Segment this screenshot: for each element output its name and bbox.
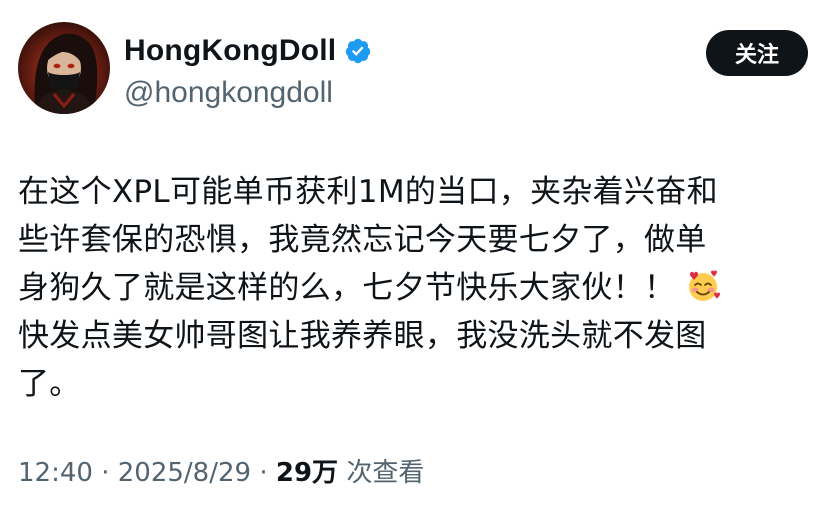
author-handle[interactable]: @hongkongdoll	[124, 76, 372, 110]
follow-button[interactable]: 关注	[706, 30, 808, 76]
tweet-text: 在这个XPL可能单币获利1M的当口，夹杂着兴奋和 些许套保的恐惧，我竟然忘记今天…	[18, 168, 808, 408]
meta-separator: ·	[259, 458, 268, 488]
tweet-line: 些许套保的恐惧，我竟然忘记今天要七夕了，做单	[18, 222, 707, 258]
verified-badge-icon	[346, 38, 371, 64]
author-names: HongKongDoll @hongkongdoll	[124, 32, 372, 110]
views-label[interactable]: 次查看	[346, 458, 424, 488]
tweet-header: HongKongDoll @hongkongdoll 关注	[18, 22, 808, 118]
tweet-line: 快发点美女帅哥图让我养养眼，我没洗头就不发图	[18, 318, 707, 354]
tweet-line-text: 身狗久了就是这样的么，七夕节快乐大家伙！！	[18, 270, 676, 306]
profile-avatar[interactable]	[18, 22, 110, 114]
display-name-row: HongKongDoll	[124, 32, 372, 70]
tweet-line: 在这个XPL可能单币获利1M的当口，夹杂着兴奋和	[18, 174, 718, 210]
views-count[interactable]: 29万	[276, 458, 338, 488]
smiling-face-with-hearts-icon	[689, 270, 721, 301]
tweet-time[interactable]: 12:40	[18, 458, 93, 488]
tweet-meta: 12:40 · 2025/8/29 · 29万 次查看	[18, 452, 424, 489]
meta-separator: ·	[101, 458, 110, 488]
tweet-line: 身狗久了就是这样的么，七夕节快乐大家伙！！	[18, 264, 808, 312]
tweet-line: 了。	[18, 366, 81, 402]
tweet-date[interactable]: 2025/8/29	[118, 458, 251, 488]
display-name[interactable]: HongKongDoll	[124, 34, 336, 68]
